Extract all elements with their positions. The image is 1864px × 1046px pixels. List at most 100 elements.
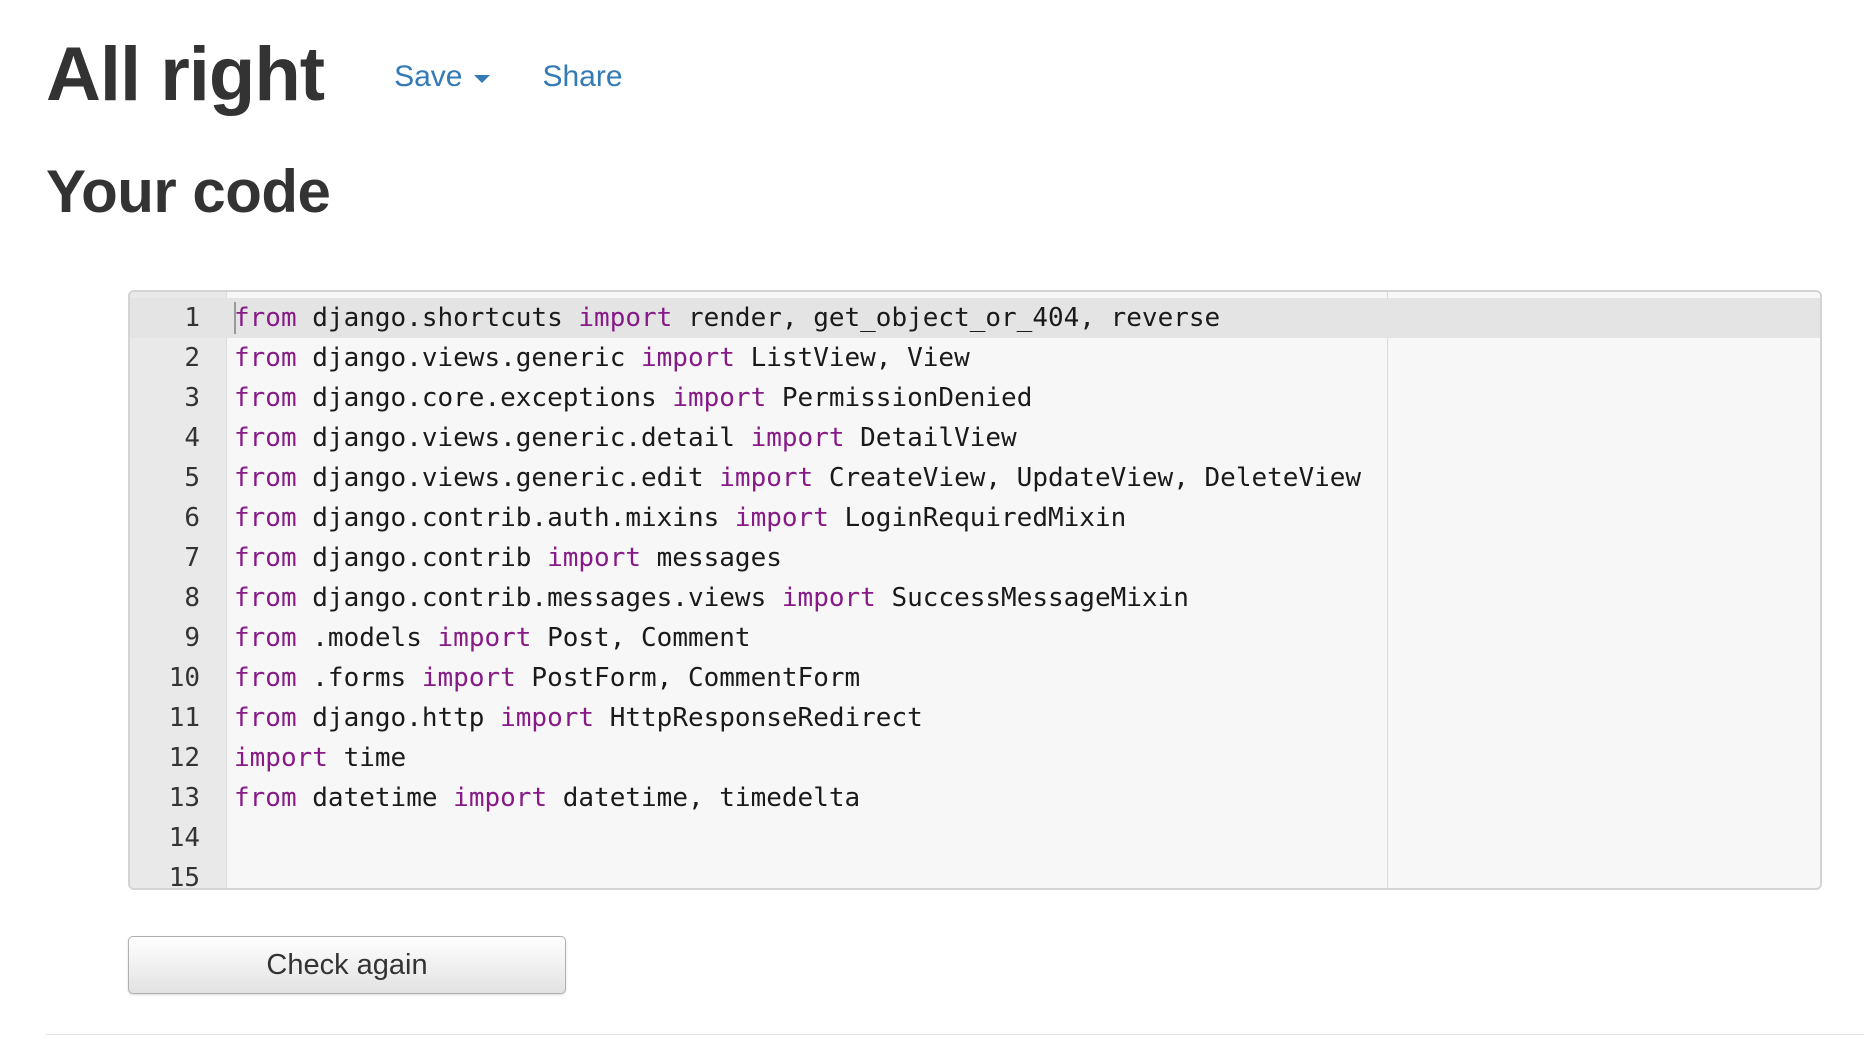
line-text: from django.contrib import messages: [226, 538, 782, 578]
code-editor[interactable]: 1 from django.shortcuts import render, ge…: [128, 290, 1822, 890]
header: All right Save Share: [46, 30, 623, 120]
keyword-token: import: [750, 423, 845, 453]
code-token: time: [327, 743, 407, 773]
code-line[interactable]: 2 from django.views.generic import ListVi…: [130, 338, 1820, 378]
code-token: render, get_object_or_404, reverse: [672, 303, 1221, 333]
keyword-token: from: [234, 423, 297, 453]
section-title: Your code: [46, 158, 331, 225]
save-dropdown-button[interactable]: Save: [394, 60, 491, 94]
line-number: 13: [168, 783, 200, 813]
keyword-token: import: [453, 783, 548, 813]
code-line[interactable]: 15: [130, 858, 1820, 890]
keyword-token: from: [234, 623, 297, 653]
line-text: from django.contrib.messages.views impor…: [226, 578, 1189, 618]
line-number: 7: [184, 543, 200, 573]
code-token: .models: [296, 623, 438, 653]
code-line[interactable]: 12 import time: [130, 738, 1820, 778]
line-text: from django.views.generic.detail import …: [226, 418, 1017, 458]
code-token: django.core.exceptions: [296, 383, 673, 413]
code-token: django.shortcuts: [296, 303, 579, 333]
code-token: django.views.generic.detail: [296, 423, 751, 453]
code-line[interactable]: 6 from django.contrib.auth.mixins import …: [130, 498, 1820, 538]
line-number: 12: [168, 743, 200, 773]
line-text: from django.shortcuts import render, get…: [226, 298, 1220, 338]
keyword-token: import: [672, 383, 767, 413]
page-title: All right: [46, 32, 325, 117]
line-text: from django.views.generic.edit import Cr…: [226, 458, 1361, 498]
code-line[interactable]: 1 from django.shortcuts import render, ge…: [130, 298, 1820, 338]
line-number: 11: [168, 703, 200, 733]
text-cursor: [234, 302, 236, 334]
keyword-token: from: [234, 383, 297, 413]
line-number: 3: [184, 383, 200, 413]
line-text: from django.views.generic import ListVie…: [226, 338, 970, 378]
line-text: from django.core.exceptions import Permi…: [226, 378, 1032, 418]
keyword-token: import: [578, 303, 673, 333]
line-number: 14: [168, 823, 200, 853]
check-again-button[interactable]: Check again: [128, 936, 566, 994]
code-token: datetime: [296, 783, 454, 813]
line-text: from django.contrib.auth.mixins import L…: [226, 498, 1126, 538]
save-label: Save: [394, 60, 463, 93]
keyword-token: import: [234, 743, 328, 773]
code-lines: 1 from django.shortcuts import render, ge…: [130, 298, 1820, 890]
code-token: DetailView: [844, 423, 1017, 453]
code-line[interactable]: 7 from django.contrib import messages: [130, 538, 1820, 578]
code-token: .forms: [296, 663, 422, 693]
line-text: import time: [226, 738, 406, 778]
code-line[interactable]: 11 from django.http import HttpResponseRe…: [130, 698, 1820, 738]
code-token: django.contrib.auth.mixins: [296, 503, 735, 533]
code-token: LoginRequiredMixin: [828, 503, 1127, 533]
line-text: from .models import Post, Comment: [226, 618, 751, 658]
line-number: 10: [168, 663, 200, 693]
keyword-token: import: [641, 343, 735, 373]
code-line[interactable]: 8 from django.contrib.messages.views impo…: [130, 578, 1820, 618]
code-token: PostForm, CommentForm: [515, 663, 861, 693]
line-text: from datetime import datetime, timedelta: [226, 778, 860, 818]
keyword-token: from: [234, 543, 297, 573]
code-token: CreateView, UpdateView, DeleteView: [813, 463, 1362, 493]
code-line[interactable]: 9 from .models import Post, Comment: [130, 618, 1820, 658]
keyword-token: from: [234, 303, 297, 333]
line-number: 4: [184, 423, 200, 453]
keyword-token: from: [234, 343, 297, 373]
header-links: Save Share: [394, 60, 622, 94]
code-line[interactable]: 5 from django.views.generic.edit import C…: [130, 458, 1820, 498]
line-text: [226, 858, 234, 888]
code-token: ListView, View: [734, 343, 970, 373]
code-token: Post, Comment: [531, 623, 751, 653]
keyword-token: import: [437, 623, 532, 653]
line-number: 1: [184, 303, 200, 333]
line-text: [226, 818, 234, 858]
line-text: from django.http import HttpResponseRedi…: [226, 698, 923, 738]
line-number: 15: [168, 863, 200, 890]
share-link[interactable]: Share: [542, 60, 622, 94]
keyword-token: import: [734, 503, 829, 533]
keyword-token: from: [234, 703, 297, 733]
keyword-token: from: [234, 583, 297, 613]
line-number: 9: [184, 623, 200, 653]
code-line[interactable]: 10 from .forms import PostForm, CommentFo…: [130, 658, 1820, 698]
keyword-token: import: [719, 463, 814, 493]
code-line[interactable]: 3 from django.core.exceptions import Perm…: [130, 378, 1820, 418]
keyword-token: import: [547, 543, 641, 573]
code-line[interactable]: 14: [130, 818, 1820, 858]
code-token: django.contrib.messages.views: [296, 583, 782, 613]
code-token: SuccessMessageMixin: [875, 583, 1189, 613]
divider: [46, 1034, 1864, 1035]
code-line[interactable]: 13 from datetime import datetime, timedel…: [130, 778, 1820, 818]
keyword-token: from: [234, 463, 297, 493]
code-token: django.http: [296, 703, 501, 733]
code-token: HttpResponseRedirect: [594, 703, 923, 733]
code-line[interactable]: 4 from django.views.generic.detail import…: [130, 418, 1820, 458]
code-token: django.views.generic.edit: [296, 463, 720, 493]
line-number: 2: [184, 343, 200, 373]
line-text: from .forms import PostForm, CommentForm: [226, 658, 860, 698]
caret-down-icon: [474, 75, 491, 83]
code-token: PermissionDenied: [766, 383, 1033, 413]
keyword-token: import: [500, 703, 595, 733]
line-number: 6: [184, 503, 200, 533]
code-token: messages: [641, 543, 782, 573]
code-token: django.views.generic: [296, 343, 641, 373]
keyword-token: import: [421, 663, 516, 693]
